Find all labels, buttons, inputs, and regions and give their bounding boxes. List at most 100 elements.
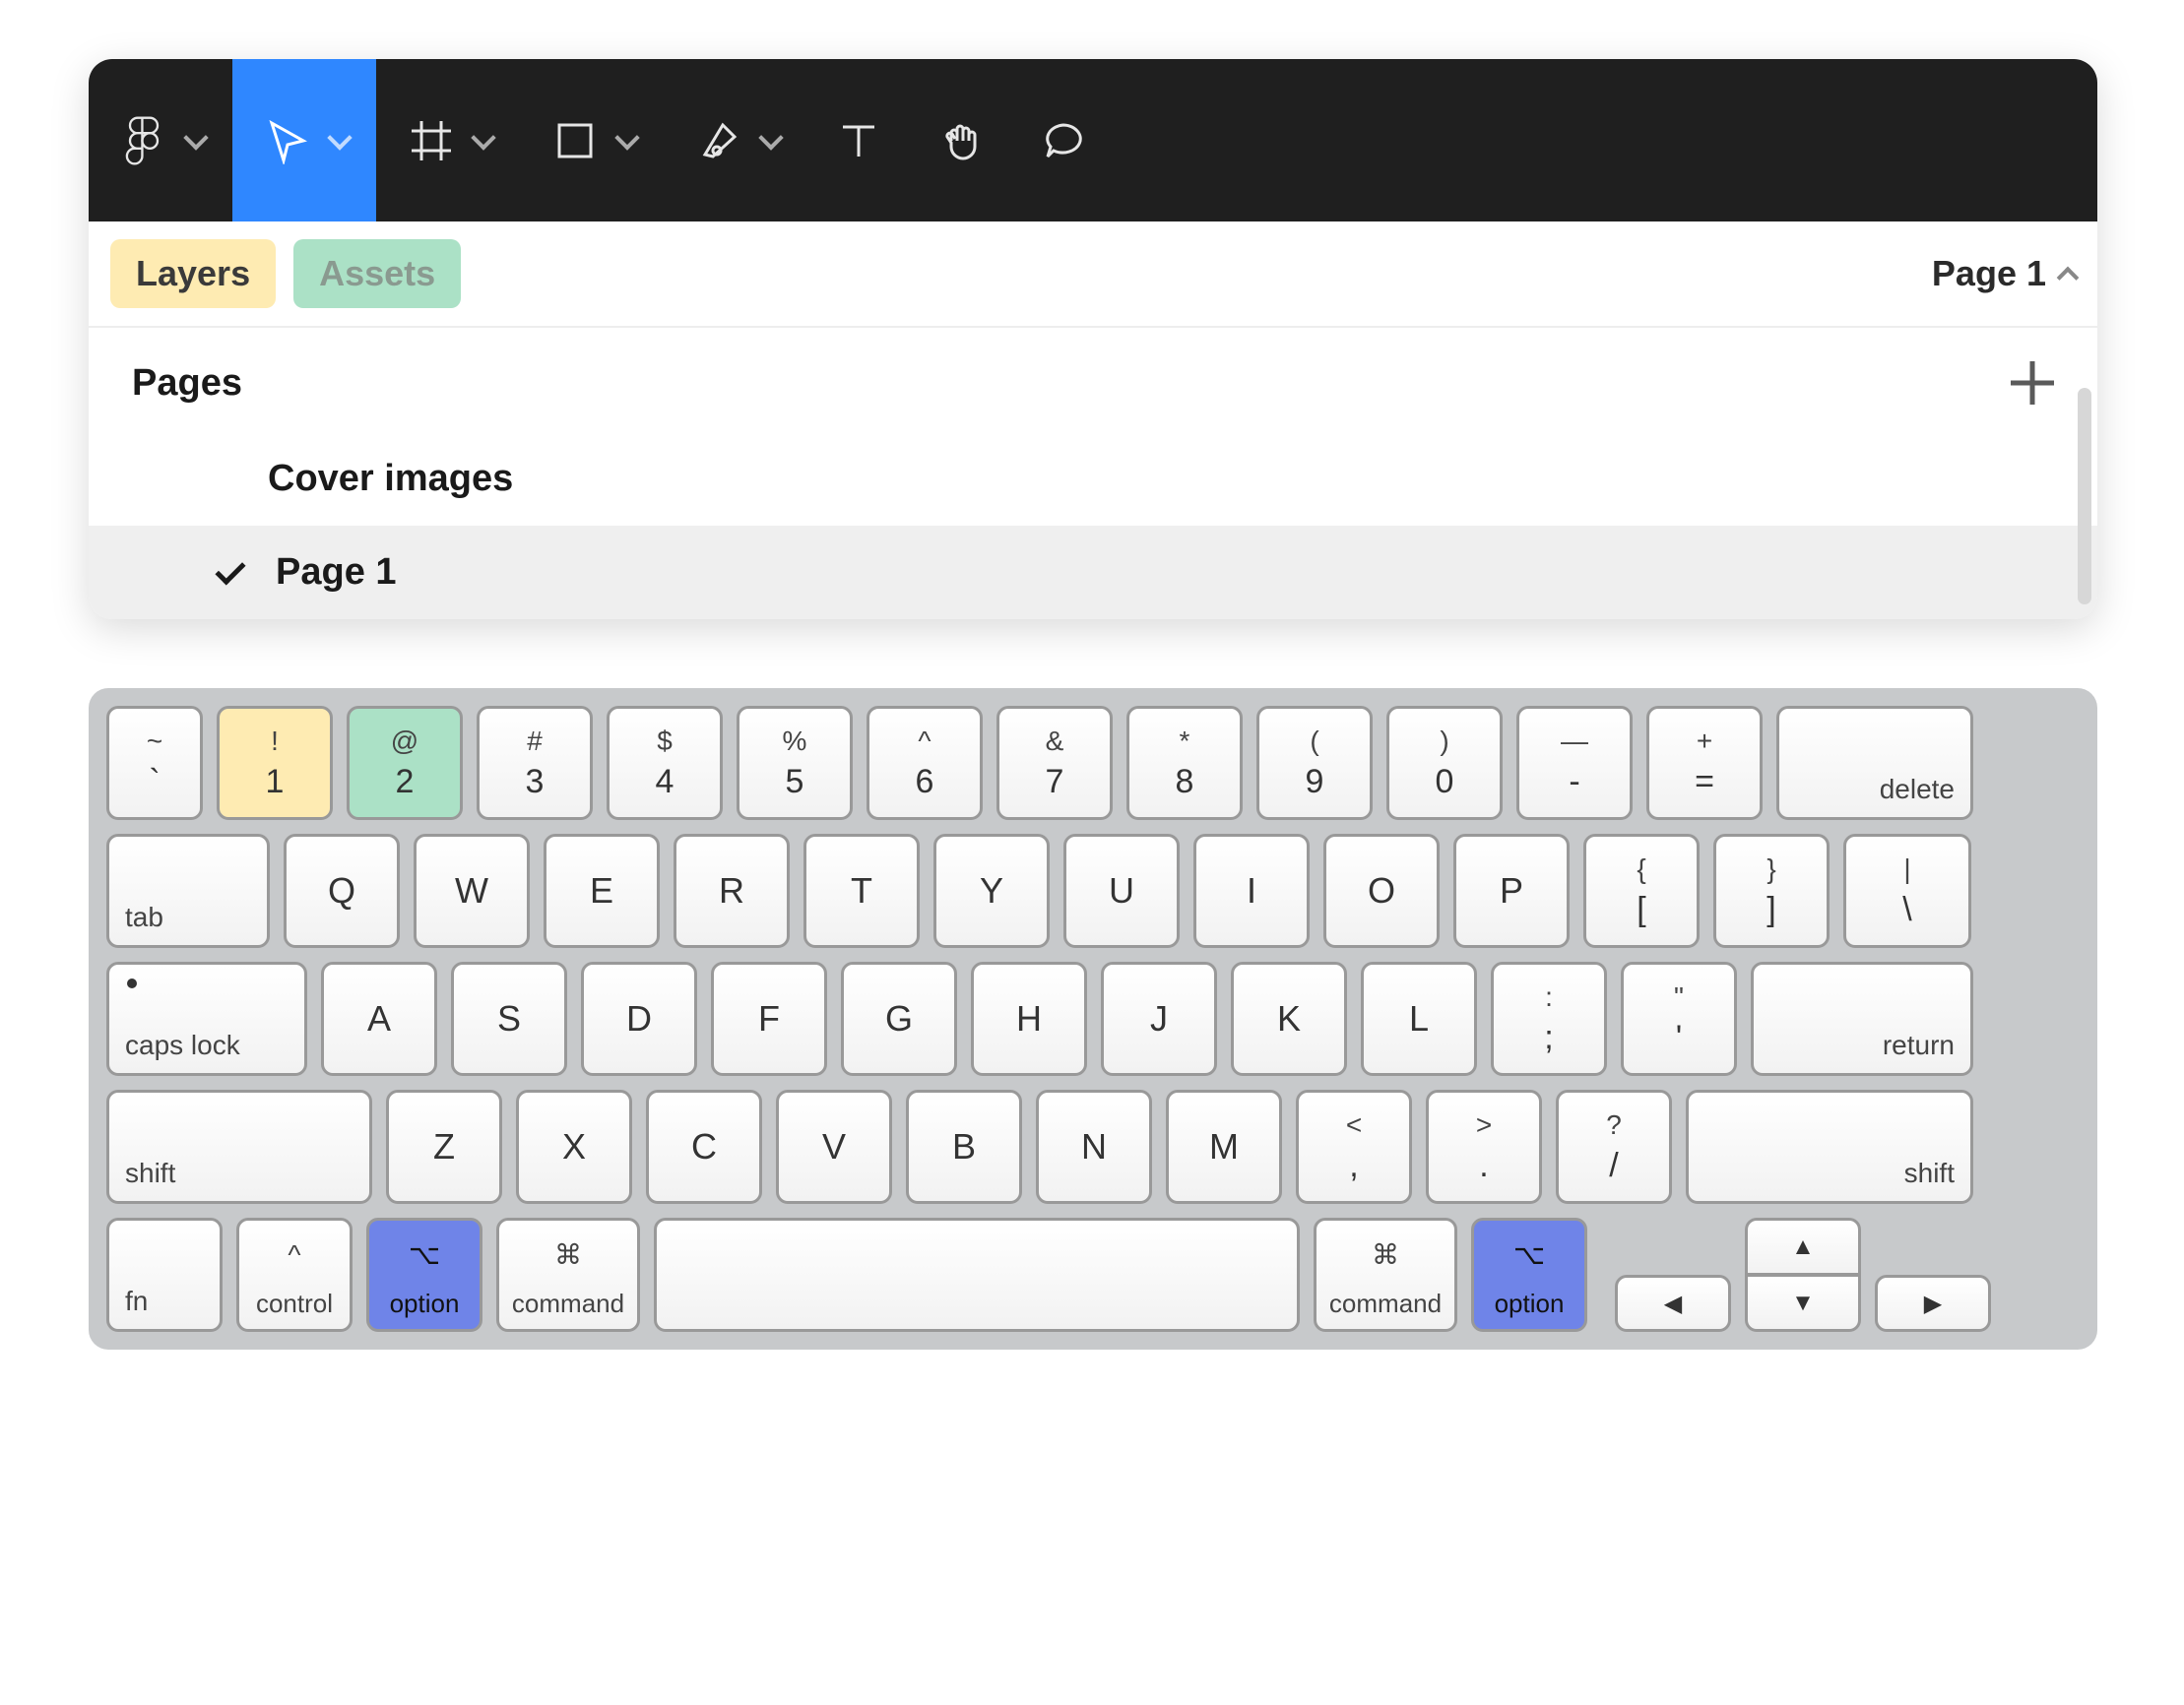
key-a[interactable]: A bbox=[321, 962, 437, 1076]
key-e[interactable]: E bbox=[544, 834, 660, 948]
panel-tabs: Layers Assets Page 1 bbox=[89, 221, 2097, 328]
pages-section: Pages Cover images Page 1 bbox=[89, 328, 2097, 619]
key-delete[interactable]: delete bbox=[1776, 706, 1973, 820]
key-c[interactable]: C bbox=[646, 1090, 762, 1204]
key-g[interactable]: G bbox=[841, 962, 957, 1076]
key-shift[interactable]: shift bbox=[106, 1090, 372, 1204]
page-label: Cover images bbox=[268, 458, 513, 500]
comment-icon bbox=[1036, 113, 1091, 168]
tab-layers[interactable]: Layers bbox=[110, 239, 276, 308]
key-return[interactable]: return bbox=[1751, 962, 1973, 1076]
check-icon bbox=[215, 554, 245, 585]
key-l[interactable]: L bbox=[1361, 962, 1477, 1076]
page-selector[interactable]: Page 1 bbox=[1932, 253, 2076, 294]
key-5[interactable]: %5 bbox=[737, 706, 853, 820]
key-n[interactable]: N bbox=[1036, 1090, 1152, 1204]
key-w[interactable]: W bbox=[414, 834, 530, 948]
key-h[interactable]: H bbox=[971, 962, 1087, 1076]
page-label: Page 1 bbox=[276, 551, 397, 594]
key-command[interactable]: ⌘command bbox=[496, 1218, 640, 1332]
move-tool-button[interactable] bbox=[232, 59, 376, 221]
key-;[interactable]: :; bbox=[1491, 962, 1607, 1076]
key-shift[interactable]: shift bbox=[1686, 1090, 1973, 1204]
key-option[interactable]: ⌥option bbox=[1471, 1218, 1587, 1332]
figma-menu-button[interactable] bbox=[89, 59, 232, 221]
kb-row-2: tabQWERTYUIOP{[}]|\ bbox=[106, 834, 2080, 948]
frame-tool-button[interactable] bbox=[376, 59, 520, 221]
key-arrow-left[interactable]: ◀ bbox=[1615, 1275, 1731, 1332]
key-.[interactable]: >. bbox=[1426, 1090, 1542, 1204]
comment-tool-button[interactable] bbox=[1012, 59, 1115, 221]
key-fn[interactable]: fn bbox=[106, 1218, 223, 1332]
key-caps-lock[interactable]: caps lock bbox=[106, 962, 307, 1076]
key--[interactable]: —- bbox=[1516, 706, 1633, 820]
key-p[interactable]: P bbox=[1453, 834, 1570, 948]
key-=[interactable]: += bbox=[1646, 706, 1763, 820]
key-t[interactable]: T bbox=[803, 834, 920, 948]
key-'[interactable]: "' bbox=[1621, 962, 1737, 1076]
key-,[interactable]: <, bbox=[1296, 1090, 1412, 1204]
key-x[interactable]: X bbox=[516, 1090, 632, 1204]
key-/[interactable]: ?/ bbox=[1556, 1090, 1672, 1204]
key-6[interactable]: ^6 bbox=[867, 706, 983, 820]
key-q[interactable]: Q bbox=[284, 834, 400, 948]
key-0[interactable]: )0 bbox=[1386, 706, 1503, 820]
text-icon bbox=[831, 113, 886, 168]
key-9[interactable]: (9 bbox=[1256, 706, 1373, 820]
key-v[interactable]: V bbox=[776, 1090, 892, 1204]
key-u[interactable]: U bbox=[1063, 834, 1180, 948]
chevron-down-icon bbox=[614, 125, 639, 150]
key-command[interactable]: ⌘command bbox=[1314, 1218, 1457, 1332]
key-b[interactable]: B bbox=[906, 1090, 1022, 1204]
key-1[interactable]: !1 bbox=[217, 706, 333, 820]
keyboard: ~`!1@2#3$4%5^6&7*8(9)0—-+=delete tabQWER… bbox=[89, 688, 2097, 1350]
key-i[interactable]: I bbox=[1193, 834, 1310, 948]
key-`[interactable]: ~` bbox=[106, 706, 203, 820]
key-\[interactable]: |\ bbox=[1843, 834, 1971, 948]
key-r[interactable]: R bbox=[674, 834, 790, 948]
key-space[interactable] bbox=[654, 1218, 1300, 1332]
key-8[interactable]: *8 bbox=[1126, 706, 1243, 820]
page-row[interactable]: Cover images bbox=[89, 432, 2097, 526]
key-s[interactable]: S bbox=[451, 962, 567, 1076]
hand-tool-button[interactable] bbox=[910, 59, 1012, 221]
key-d[interactable]: D bbox=[581, 962, 697, 1076]
text-tool-button[interactable] bbox=[807, 59, 910, 221]
tab-assets[interactable]: Assets bbox=[293, 239, 461, 308]
figma-panel: Layers Assets Page 1 Pages Cover images … bbox=[89, 59, 2097, 619]
key-arrow-up[interactable]: ▲ bbox=[1745, 1218, 1861, 1275]
kb-row-5: fn^control⌥option⌘command⌘command⌥option… bbox=[106, 1218, 2080, 1332]
key-option[interactable]: ⌥option bbox=[366, 1218, 482, 1332]
scrollbar-thumb[interactable] bbox=[2078, 388, 2091, 604]
hand-icon bbox=[933, 113, 989, 168]
key-[[interactable]: {[ bbox=[1583, 834, 1700, 948]
kb-row-1: ~`!1@2#3$4%5^6&7*8(9)0—-+=delete bbox=[106, 706, 2080, 820]
shape-tool-button[interactable] bbox=[520, 59, 664, 221]
kb-row-4: shiftZXCVBNM<,>.?/shift bbox=[106, 1090, 2080, 1204]
key-f[interactable]: F bbox=[711, 962, 827, 1076]
page-list: Cover images Page 1 bbox=[89, 432, 2097, 619]
key-arrow-down[interactable]: ▼ bbox=[1745, 1275, 1861, 1332]
key-j[interactable]: J bbox=[1101, 962, 1217, 1076]
key-z[interactable]: Z bbox=[386, 1090, 502, 1204]
key-o[interactable]: O bbox=[1323, 834, 1440, 948]
key-tab[interactable]: tab bbox=[106, 834, 270, 948]
key-arrow-right[interactable]: ▶ bbox=[1875, 1275, 1991, 1332]
key-y[interactable]: Y bbox=[933, 834, 1050, 948]
pages-header: Pages bbox=[89, 328, 2097, 432]
key-7[interactable]: &7 bbox=[996, 706, 1113, 820]
chevron-down-icon bbox=[327, 125, 352, 150]
page-row[interactable]: Page 1 bbox=[89, 526, 2097, 619]
pages-title: Pages bbox=[132, 362, 242, 405]
add-page-button[interactable] bbox=[2011, 361, 2054, 405]
key-k[interactable]: K bbox=[1231, 962, 1347, 1076]
pen-icon bbox=[691, 113, 746, 168]
key-control[interactable]: ^control bbox=[236, 1218, 353, 1332]
pen-tool-button[interactable] bbox=[664, 59, 807, 221]
key-m[interactable]: M bbox=[1166, 1090, 1282, 1204]
key-3[interactable]: #3 bbox=[477, 706, 593, 820]
frame-icon bbox=[404, 113, 459, 168]
key-4[interactable]: $4 bbox=[607, 706, 723, 820]
key-][interactable]: }] bbox=[1713, 834, 1830, 948]
key-2[interactable]: @2 bbox=[347, 706, 463, 820]
